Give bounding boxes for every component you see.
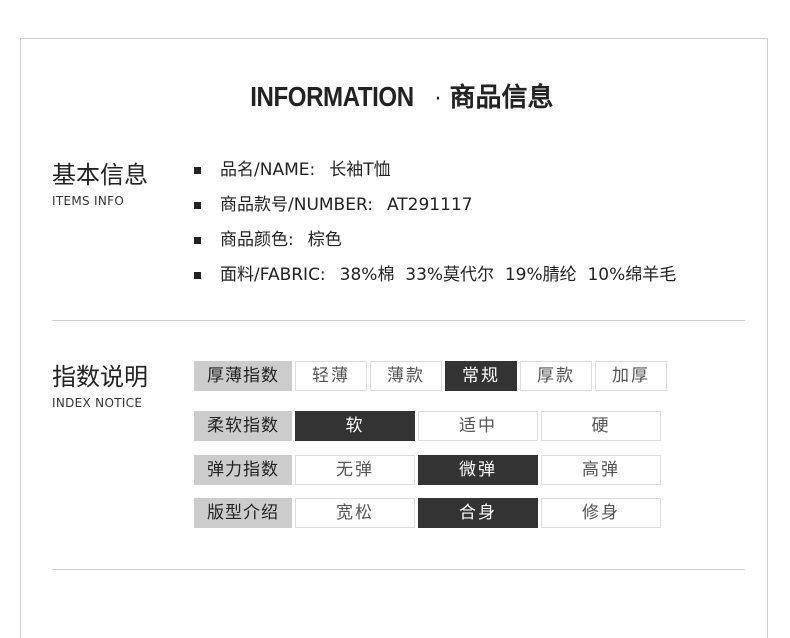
index-notice-title: 指数说明 <box>52 363 148 391</box>
info-item-number: 商品款号/NUMBER: AT291117 <box>194 193 676 228</box>
basic-info-heading: 基本信息 ITEMS INFO <box>52 160 148 208</box>
title-chinese: 商品信息 <box>449 83 554 113</box>
thickness-option: 轻薄 <box>295 361 367 391</box>
thickness-option: 厚款 <box>520 361 592 391</box>
info-label: 面料/FABRIC: <box>220 265 326 285</box>
fit-index-label: 版型介绍 <box>194 498 292 528</box>
index-notice-heading: 指数说明 INDEX NOTICE <box>52 362 148 410</box>
thickness-option: 加厚 <box>595 361 667 391</box>
title-separator: · <box>434 87 442 112</box>
softness-index-label: 柔软指数 <box>194 411 292 441</box>
info-item-color: 商品颜色: 棕色 <box>194 228 676 263</box>
bottom-divider <box>52 569 745 570</box>
index-notice-subtitle: INDEX NOTICE <box>52 396 143 410</box>
softness-option: 适中 <box>418 411 538 441</box>
fit-option: 宽松 <box>295 498 415 528</box>
fit-option: 修身 <box>541 498 661 528</box>
content-frame <box>20 38 768 638</box>
fit-index-row: 版型介绍 宽松 合身 修身 <box>194 498 661 528</box>
info-value: 长袖T恤 <box>329 160 391 180</box>
elasticity-index-label: 弹力指数 <box>194 455 292 485</box>
section-divider <box>52 320 745 321</box>
info-label: 商品款号/NUMBER: <box>220 195 373 215</box>
softness-option: 硬 <box>541 411 661 441</box>
thickness-index-row: 厚薄指数 轻薄 薄款 常规 厚款 加厚 <box>194 361 667 391</box>
title-english: INFORMATION <box>249 81 414 112</box>
softness-index-row: 柔软指数 软 适中 硬 <box>194 411 661 441</box>
elasticity-option: 高弹 <box>541 455 661 485</box>
thickness-index-label: 厚薄指数 <box>194 361 292 391</box>
info-value: 棕色 <box>307 230 342 250</box>
fit-option-selected: 合身 <box>418 498 538 528</box>
info-item-name: 品名/NAME: 长袖T恤 <box>194 158 676 193</box>
info-value: AT291117 <box>386 195 473 215</box>
basic-info-list: 品名/NAME: 长袖T恤 商品款号/NUMBER: AT291117 商品颜色: 棕… <box>194 158 676 298</box>
thickness-option-selected: 常规 <box>445 361 517 391</box>
info-label: 商品颜色: <box>220 230 294 250</box>
info-value: 38%棉 33%莫代尔 19%腈纶 10%绵羊毛 <box>339 265 677 285</box>
info-label: 品名/NAME: <box>220 160 316 180</box>
info-item-fabric: 面料/FABRIC: 38%棉 33%莫代尔 19%腈纶 10%绵羊毛 <box>194 263 676 298</box>
elasticity-option-selected: 微弹 <box>418 455 538 485</box>
elasticity-index-row: 弹力指数 无弹 微弹 高弹 <box>194 455 661 485</box>
softness-option-selected: 软 <box>295 411 415 441</box>
elasticity-option: 无弹 <box>295 455 415 485</box>
basic-info-title: 基本信息 <box>52 161 148 189</box>
basic-info-subtitle: ITEMS INFO <box>52 194 125 208</box>
page-title: INFORMATION · 商品信息 <box>0 78 790 119</box>
thickness-option: 薄款 <box>370 361 442 391</box>
